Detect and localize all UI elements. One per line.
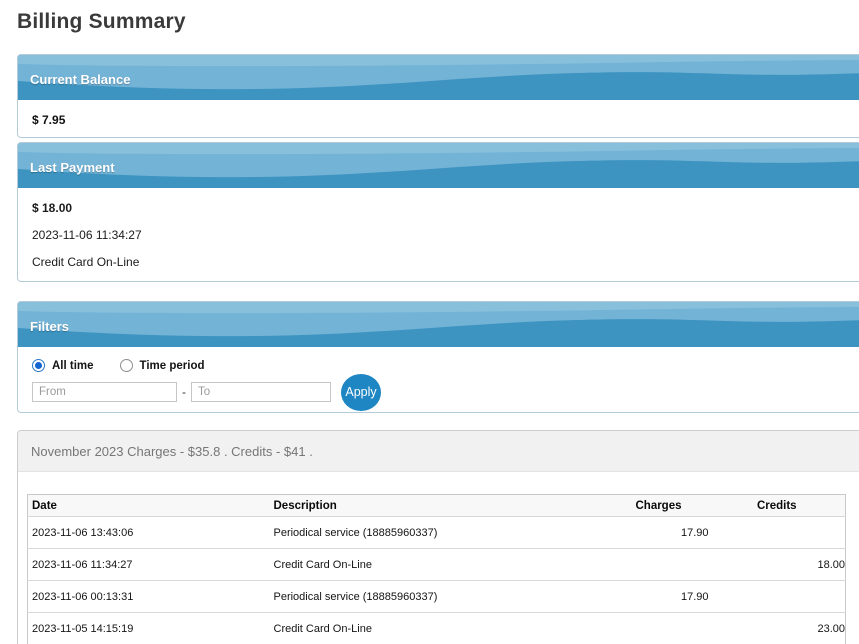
- cell-credits: 23.00: [709, 613, 846, 644]
- cell-charges: [609, 549, 709, 581]
- cell-date: 2023-11-06 11:34:27: [28, 549, 270, 581]
- time-period-radio-label: Time period: [140, 360, 205, 372]
- cell-description: Periodical service (18885960337): [270, 581, 609, 613]
- cell-description: Credit Card On-Line: [270, 613, 609, 644]
- from-date-input[interactable]: [32, 382, 177, 402]
- cell-credits: [709, 517, 846, 549]
- current-balance-body: $ 7.95: [18, 100, 859, 137]
- billing-summary-page: Billing Summary Current Balance $ 7.95 L…: [0, 0, 859, 644]
- date-range-separator: -: [182, 385, 186, 399]
- charges-table-body: 2023-11-06 13:43:06Periodical service (1…: [28, 517, 846, 644]
- statement-panel: November 2023 Charges - $35.8 . Credits …: [17, 430, 859, 644]
- current-balance-panel-header: Current Balance: [18, 55, 859, 100]
- last-payment-body: $ 18.00 2023-11-06 11:34:27 Credit Card …: [18, 188, 859, 281]
- radio-unselected-icon[interactable]: [120, 359, 133, 372]
- date-range-row: - Apply: [32, 382, 859, 402]
- cell-charges: 17.90: [609, 517, 709, 549]
- filters-body: All time Time period - Apply: [18, 347, 859, 412]
- statement-summary: November 2023 Charges - $35.8 . Credits …: [18, 431, 859, 472]
- cell-charges: 17.90: [609, 581, 709, 613]
- last-payment-method: Credit Card On-Line: [32, 255, 852, 269]
- last-payment-panel: Last Payment $ 18.00 2023-11-06 11:34:27…: [17, 142, 859, 282]
- last-payment-amount: $ 18.00: [32, 201, 852, 215]
- statement-body: Date Description Charges Credits 2023-11…: [18, 472, 859, 644]
- radio-selected-icon[interactable]: [32, 359, 45, 372]
- table-row: 2023-11-06 11:34:27Credit Card On-Line 18…: [28, 549, 846, 581]
- table-row: 2023-11-05 14:15:19Credit Card On-Line 23…: [28, 613, 846, 644]
- cell-date: 2023-11-05 14:15:19: [28, 613, 270, 644]
- filter-radio-group: All time Time period: [32, 358, 859, 373]
- charges-table: Date Description Charges Credits 2023-11…: [27, 494, 846, 644]
- all-time-radio-label: All time: [52, 360, 94, 372]
- col-header-charges: Charges: [609, 495, 709, 517]
- current-balance-amount: $ 7.95: [32, 113, 852, 127]
- cell-credits: [709, 581, 846, 613]
- cell-date: 2023-11-06 00:13:31: [28, 581, 270, 613]
- last-payment-datetime: 2023-11-06 11:34:27: [32, 228, 852, 242]
- cell-charges: [609, 613, 709, 644]
- filters-panel: Filters All time Time period - Apply: [17, 301, 859, 413]
- last-payment-panel-header: Last Payment: [18, 143, 859, 188]
- table-row: 2023-11-06 13:43:06Periodical service (1…: [28, 517, 846, 549]
- cell-description: Periodical service (18885960337): [270, 517, 609, 549]
- current-balance-panel: Current Balance $ 7.95: [17, 54, 859, 138]
- cell-description: Credit Card On-Line: [270, 549, 609, 581]
- time-period-radio[interactable]: Time period: [120, 359, 205, 372]
- all-time-radio[interactable]: All time: [32, 359, 94, 372]
- filters-title: Filters: [18, 302, 859, 334]
- last-payment-title: Last Payment: [18, 143, 859, 175]
- apply-button[interactable]: Apply: [341, 374, 381, 411]
- filters-panel-header: Filters: [18, 302, 859, 347]
- col-header-description: Description: [270, 495, 609, 517]
- current-balance-title: Current Balance: [18, 55, 859, 87]
- col-header-date: Date: [28, 495, 270, 517]
- table-header-row: Date Description Charges Credits: [28, 495, 846, 517]
- cell-date: 2023-11-06 13:43:06: [28, 517, 270, 549]
- to-date-input[interactable]: [191, 382, 331, 402]
- cell-credits: 18.00: [709, 549, 846, 581]
- page-title: Billing Summary: [17, 0, 859, 34]
- table-row: 2023-11-06 00:13:31Periodical service (1…: [28, 581, 846, 613]
- col-header-credits: Credits: [709, 495, 846, 517]
